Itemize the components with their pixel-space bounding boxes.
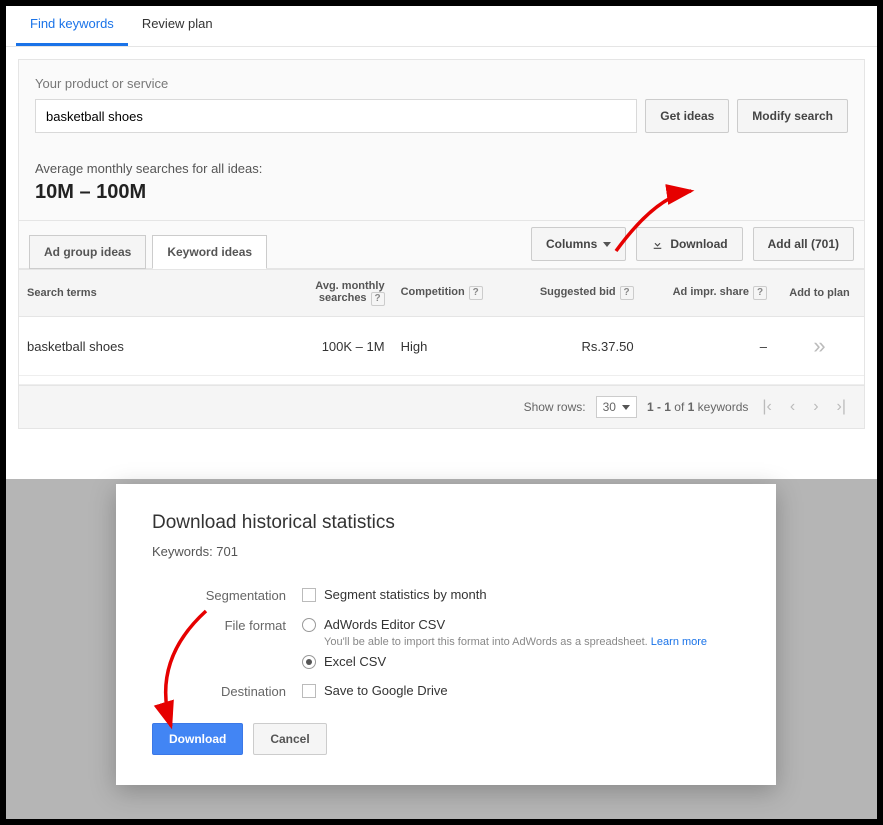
chevron-right-icon: » (813, 333, 825, 358)
pagination: Show rows: 30 1 - 1 of 1 keywords |‹ ‹ ›… (19, 385, 864, 428)
col-suggested-bid[interactable]: Suggested bid? (517, 270, 642, 317)
format-excel-radio[interactable]: Excel CSV (302, 654, 740, 669)
col-competition[interactable]: Competition? (393, 270, 518, 317)
destination-label: Destination (152, 683, 302, 699)
format-adwords-radio[interactable]: AdWords Editor CSV (302, 617, 740, 632)
columns-button[interactable]: Columns (531, 227, 626, 261)
help-icon[interactable]: ? (469, 286, 483, 300)
radio-icon (302, 618, 316, 632)
col-search-terms[interactable]: Search terms (19, 270, 268, 317)
download-button[interactable]: Download (636, 227, 742, 261)
modify-search-button[interactable]: Modify search (737, 99, 848, 133)
search-panel: Your product or service Get ideas Modify… (18, 59, 865, 221)
download-icon (651, 238, 664, 251)
table-row: basketball shoes 100K – 1M High Rs.37.50… (19, 317, 864, 376)
chevron-down-icon (603, 242, 611, 247)
save-to-drive-checkbox[interactable]: Save to Google Drive (302, 683, 740, 698)
first-page-button[interactable]: |‹ (758, 398, 775, 416)
learn-more-link[interactable]: Learn more (651, 636, 707, 648)
help-icon[interactable]: ? (753, 286, 767, 300)
dialog-cancel-button[interactable]: Cancel (253, 723, 326, 755)
next-page-button[interactable]: › (809, 398, 822, 416)
prev-page-button[interactable]: ‹ (786, 398, 799, 416)
checkbox-icon (302, 588, 316, 602)
radio-icon (302, 655, 316, 669)
cell-impr: – (642, 317, 775, 376)
tab-find-keywords[interactable]: Find keywords (16, 6, 128, 46)
get-ideas-button[interactable]: Get ideas (645, 99, 729, 133)
segmentation-label: Segmentation (152, 587, 302, 603)
columns-label: Columns (546, 237, 597, 251)
segment-by-month-checkbox[interactable]: Segment statistics by month (302, 587, 740, 602)
dialog-subtitle: Keywords: 701 (152, 544, 740, 559)
col-avg-searches[interactable]: Avg. monthly searches? (268, 270, 393, 317)
col-add-to-plan: Add to plan (775, 270, 864, 317)
top-tabs: Find keywords Review plan (6, 6, 877, 47)
pagination-range: 1 - 1 of 1 keywords (647, 400, 748, 414)
show-rows-label: Show rows: (524, 400, 586, 414)
download-dialog: Download historical statistics Keywords:… (116, 484, 776, 785)
keywords-table: Search terms Avg. monthly searches? Comp… (19, 269, 864, 385)
cell-bid: Rs.37.50 (517, 317, 642, 376)
tab-review-plan[interactable]: Review plan (128, 6, 227, 46)
cell-comp: High (393, 317, 518, 376)
product-input[interactable] (35, 99, 637, 133)
results-container: Ad group ideas Keyword ideas Columns Dow… (18, 221, 865, 429)
avg-searches-value: 10M – 100M (35, 181, 848, 204)
add-all-button[interactable]: Add all (701) (753, 227, 854, 261)
avg-searches-label: Average monthly searches for all ideas: (35, 161, 848, 176)
cell-term: basketball shoes (19, 317, 268, 376)
tab-keyword-ideas[interactable]: Keyword ideas (152, 235, 267, 269)
format-hint: You'll be able to import this format int… (324, 636, 740, 648)
chevron-down-icon (622, 405, 630, 410)
rows-select[interactable]: 30 (596, 396, 637, 418)
product-label: Your product or service (35, 76, 848, 91)
download-label: Download (670, 237, 727, 251)
col-ad-impr-share[interactable]: Ad impr. share? (642, 270, 775, 317)
help-icon[interactable]: ? (620, 286, 634, 300)
dialog-title: Download historical statistics (152, 512, 740, 534)
last-page-button[interactable]: ›| (833, 398, 850, 416)
dialog-download-button[interactable]: Download (152, 723, 243, 755)
file-format-label: File format (152, 617, 302, 633)
cell-avg: 100K – 1M (268, 317, 393, 376)
add-to-plan-button[interactable]: » (775, 317, 864, 376)
help-icon[interactable]: ? (371, 292, 385, 306)
tab-ad-group-ideas[interactable]: Ad group ideas (29, 235, 146, 269)
checkbox-icon (302, 684, 316, 698)
